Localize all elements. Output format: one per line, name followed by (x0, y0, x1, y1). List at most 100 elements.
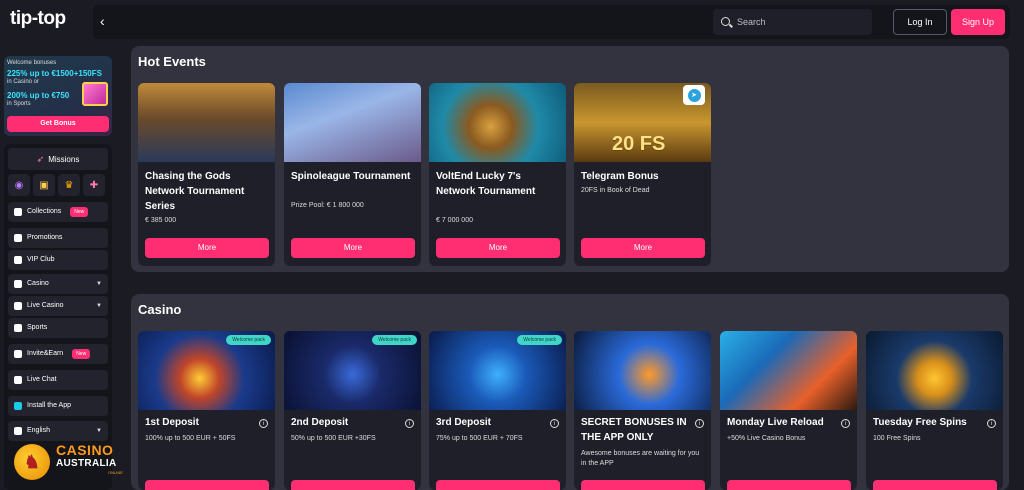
promo-line: Welcome bonuses (7, 60, 57, 66)
sidebar-item-vip-club[interactable]: VIP Club (8, 250, 108, 270)
watermark-text: CASINO (56, 442, 114, 458)
hot-events-section: Hot Events Chasing the Gods Network Tour… (131, 46, 1009, 272)
top-header: ‹ Log In Sign Up (93, 5, 1010, 39)
sidebar-item-label: English (27, 427, 50, 434)
tag-icon (14, 234, 22, 242)
sidebar-item-live-casino[interactable]: Live Casino ▼ (8, 296, 108, 316)
signup-button[interactable]: Sign Up (951, 9, 1005, 35)
watermark-text: AUSTRALIA (56, 458, 117, 469)
welcome-bonus-banner[interactable]: Welcome bonuses 225% up to €1500+150FS i… (4, 56, 112, 136)
sidebar: tip-top Welcome bonuses 225% up to €1500… (0, 0, 123, 490)
card-title: 1st Deposit (145, 417, 199, 428)
bonus-card[interactable]: Tuesday Free Spins i 100 Free Spins (866, 331, 1003, 490)
sidebar-item-promotions[interactable]: Promotions (8, 228, 108, 248)
crown-icon (14, 256, 22, 264)
site-logo[interactable]: tip-top (10, 8, 66, 30)
event-card[interactable]: Chasing the Gods Network Tournament Seri… (138, 83, 275, 266)
sidebar-item-invite-earn[interactable]: Invite&Earn New (8, 344, 108, 364)
sidebar-item-label: Sports (27, 324, 48, 331)
casino-section: Casino Welcome pack 1st Deposit i 100% u… (131, 294, 1009, 490)
sidebar-item-label: Install the App (27, 402, 71, 409)
trophy-icon[interactable]: ♛ (58, 174, 80, 196)
promo-casino-offer: 225% up to €1500+150FS (7, 69, 102, 78)
more-button[interactable]: More (436, 238, 560, 258)
search-input[interactable] (737, 13, 867, 31)
card-title: SECRET BONUSES IN THE APP ONLY (581, 417, 687, 443)
more-button[interactable] (873, 480, 997, 490)
new-badge: New (70, 207, 89, 217)
card-title: Telegram Bonus (581, 171, 659, 182)
more-button[interactable] (727, 480, 851, 490)
event-card[interactable]: 20 FS ➤ Telegram Bonus 20FS in Book of D… (574, 83, 711, 266)
language-selector[interactable]: English ▼ (8, 421, 108, 441)
chevron-down-icon: ▼ (96, 281, 102, 287)
sidebar-item-install-app[interactable]: Install the App (8, 396, 108, 416)
info-icon[interactable]: i (695, 419, 704, 428)
kangaroo-icon: ♞ (14, 444, 50, 480)
bonus-card[interactable]: Welcome pack 1st Deposit i 100% up to 50… (138, 331, 275, 490)
chevron-down-icon: ▼ (96, 428, 102, 434)
info-icon[interactable]: i (841, 419, 850, 428)
more-button[interactable] (436, 480, 560, 490)
sidebar-item-sports[interactable]: Sports (8, 318, 108, 338)
sidebar-item-collections[interactable]: Collections New (8, 202, 108, 222)
card-title: 2nd Deposit (291, 417, 349, 428)
card-subtitle: 100 Free Spins (873, 435, 921, 442)
bonus-card[interactable]: Monday Live Reload i +50% Live Casino Bo… (720, 331, 857, 490)
info-icon[interactable]: i (550, 419, 559, 428)
more-button[interactable] (291, 480, 415, 490)
users-icon (14, 350, 22, 358)
chat-icon (14, 376, 22, 384)
info-icon[interactable]: i (259, 419, 268, 428)
chest-icon[interactable]: ▣ (33, 174, 55, 196)
watermark-text: ONLINE (108, 470, 123, 475)
more-button[interactable] (145, 480, 269, 490)
bonus-image (720, 331, 857, 410)
bonus-image (574, 331, 711, 410)
missions-button[interactable]: ➶ Missions (8, 148, 108, 170)
sidebar-item-live-chat[interactable]: Live Chat (8, 370, 108, 390)
event-card[interactable]: VoltEnd Lucky 7's Network Tournament € 7… (429, 83, 566, 266)
sidebar-item-casino[interactable]: Casino ▼ (8, 274, 108, 294)
card-subtitle: 50% up to 500 EUR +30FS (291, 435, 376, 442)
sidebar-item-label: Promotions (27, 234, 63, 241)
card-subtitle: Awesome bonuses are waiting for you in t… (581, 450, 700, 467)
card-subtitle: 100% up to 500 EUR + 50FS (145, 435, 236, 442)
back-arrow-icon[interactable]: ‹ (100, 13, 105, 29)
search-icon (721, 17, 730, 26)
gamepad-icon[interactable]: ✚ (83, 174, 105, 196)
sidebar-nav: ➶ Missions ◉ ▣ ♛ ✚ Collections New Promot… (4, 144, 112, 490)
welcome-pack-badge: Welcome pack (517, 335, 562, 345)
missions-label: Missions (48, 155, 80, 164)
more-button[interactable] (581, 480, 705, 490)
wheel-icon[interactable]: ◉ (8, 174, 30, 196)
section-title: Hot Events (138, 54, 206, 69)
section-title: Casino (138, 302, 182, 317)
promo-sports-offer: 200% up to €750 (7, 91, 70, 100)
event-card[interactable]: Spinoleague Tournament Prize Pool: € 1 8… (284, 83, 421, 266)
search-box[interactable] (713, 9, 872, 35)
event-image (429, 83, 566, 162)
get-bonus-button[interactable]: Get Bonus (7, 116, 109, 132)
bonus-card[interactable]: SECRET BONUSES IN THE APP ONLY i Awesome… (574, 331, 711, 490)
more-button[interactable]: More (581, 238, 705, 258)
bonus-card[interactable]: Welcome pack 2nd Deposit i 50% up to 500… (284, 331, 421, 490)
gift-icon (82, 82, 108, 106)
card-title: Tuesday Free Spins (873, 417, 967, 428)
card-title: VoltEnd Lucky 7's Network Tournament (436, 171, 536, 197)
new-badge: New (72, 349, 91, 359)
welcome-pack-badge: Welcome pack (372, 335, 417, 345)
spade-icon (14, 280, 22, 288)
bonus-image (866, 331, 1003, 410)
sidebar-item-label: Invite&Earn (27, 350, 64, 357)
login-button[interactable]: Log In (893, 9, 947, 35)
sidebar-item-label: Live Casino (27, 302, 64, 309)
info-icon[interactable]: i (987, 419, 996, 428)
download-icon (14, 402, 22, 410)
info-icon[interactable]: i (405, 419, 414, 428)
more-button[interactable]: More (291, 238, 415, 258)
more-button[interactable]: More (145, 238, 269, 258)
card-title: Spinoleague Tournament (291, 171, 411, 182)
bonus-card[interactable]: Welcome pack 3rd Deposit i 75% up to 500… (429, 331, 566, 490)
sidebar-item-label: Casino (27, 280, 49, 287)
